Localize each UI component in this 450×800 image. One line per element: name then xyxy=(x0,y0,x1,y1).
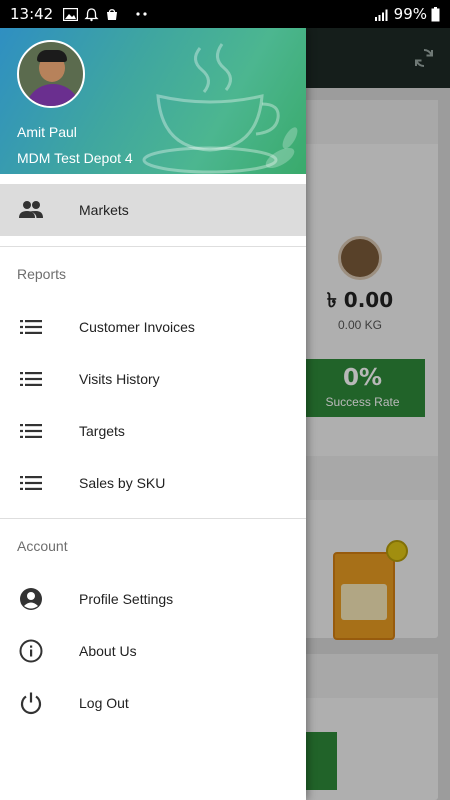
menu-item-targets[interactable]: Targets xyxy=(0,405,306,457)
section-title-account: Account xyxy=(17,538,68,554)
list-icon xyxy=(18,367,44,391)
info-icon xyxy=(18,639,44,663)
signal-icon xyxy=(374,9,388,21)
menu-item-label: Sales by SKU xyxy=(79,475,166,491)
menu-item-customer-invoices[interactable]: Customer Invoices xyxy=(0,301,306,353)
user-name: Amit Paul xyxy=(17,124,77,140)
status-bar: 13:42 99% xyxy=(0,0,450,28)
avatar[interactable] xyxy=(17,40,85,108)
menu-item-sales-by-sku[interactable]: Sales by SKU xyxy=(0,457,306,509)
menu-item-label: Customer Invoices xyxy=(79,319,195,335)
menu-item-label: Targets xyxy=(79,423,125,439)
list-icon xyxy=(18,419,44,443)
menu-item-visits-history[interactable]: Visits History xyxy=(0,353,306,405)
power-icon xyxy=(18,691,44,715)
menu-item-profile-settings[interactable]: Profile Settings xyxy=(0,573,306,625)
menu-item-label: About Us xyxy=(79,643,137,659)
menu-item-label: Markets xyxy=(79,202,129,218)
section-title-reports: Reports xyxy=(17,266,67,282)
menu-item-label: Log Out xyxy=(79,695,129,711)
battery-percent: 99% xyxy=(393,5,427,23)
status-time: 13:42 xyxy=(10,5,54,23)
menu-item-label: Visits History xyxy=(79,371,160,387)
menu-item-about-us[interactable]: About Us xyxy=(0,625,306,677)
more-dots-icon xyxy=(136,12,147,16)
people-icon xyxy=(18,198,44,222)
alarm-icon xyxy=(84,7,99,21)
menu-item-log-out[interactable]: Log Out xyxy=(0,677,306,729)
battery-icon xyxy=(431,6,440,21)
bag-icon xyxy=(107,9,118,20)
menu-item-label: Profile Settings xyxy=(79,591,174,607)
drawer-header: Amit Paul MDM Test Depot 4 xyxy=(0,28,306,174)
depot-name: MDM Test Depot 4 xyxy=(17,150,133,166)
tea-cup-decor-icon xyxy=(142,43,298,174)
navigation-drawer: Amit Paul MDM Test Depot 4 Markets Repor… xyxy=(0,28,306,800)
list-icon xyxy=(18,315,44,339)
list-icon xyxy=(18,471,44,495)
image-icon xyxy=(63,7,79,21)
account-circle-icon xyxy=(18,587,44,611)
menu-item-markets[interactable]: Markets xyxy=(0,184,306,236)
